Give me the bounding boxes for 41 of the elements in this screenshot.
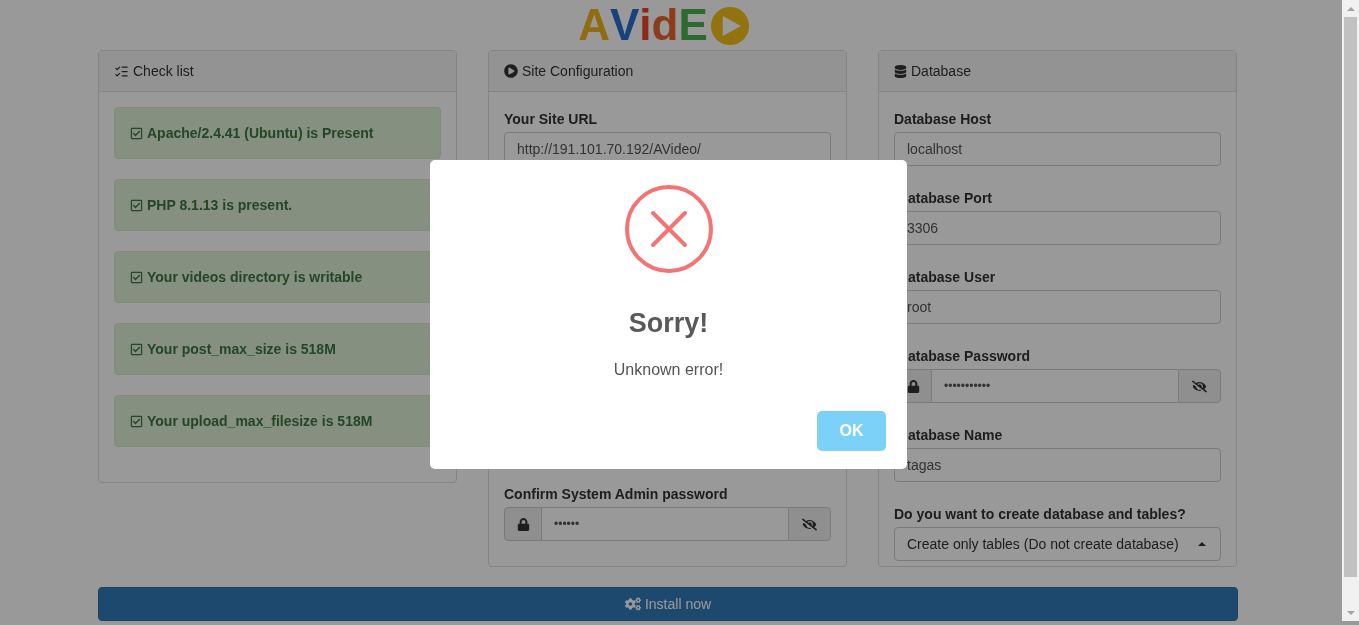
- show-password-button[interactable]: [1178, 369, 1221, 403]
- input-field[interactable]: tagas: [894, 448, 1221, 482]
- field-label: atabase Port: [908, 189, 993, 208]
- dropdown[interactable]: Create only tables (Do not create database): [894, 527, 1221, 561]
- panel-title: Site Configuration: [522, 61, 634, 81]
- field-label: atabase Name: [908, 426, 1003, 445]
- field-label: Database Host: [894, 110, 992, 129]
- caret-icon: [1198, 542, 1206, 546]
- panel-title: Check list: [133, 61, 194, 81]
- error-icon: [624, 185, 713, 273]
- scroll-down-icon: [1346, 610, 1355, 615]
- scrollbar[interactable]: [1342, 0, 1359, 621]
- scrollbar-thumb[interactable]: [1344, 17, 1357, 577]
- alert-text: Your post_max_size is 518M: [147, 339, 336, 359]
- alert-text: PHP 8.1.13 is present.: [147, 195, 293, 215]
- field-label: atabase Password: [908, 347, 1031, 366]
- dialog-title: Sorry!: [628, 307, 709, 340]
- password-field[interactable]: •••••••••••: [932, 369, 1178, 403]
- panel-title: Database: [911, 61, 971, 81]
- field-label: Confirm System Admin password: [504, 485, 728, 504]
- eye-slash-icon: [802, 516, 817, 532]
- alert-text: Your videos directory is writable: [147, 267, 363, 287]
- install-button[interactable]: Install now: [98, 587, 1238, 621]
- password-field[interactable]: ••••••: [542, 507, 788, 541]
- lock-icon: [516, 517, 530, 531]
- scroll-up-icon: [1346, 6, 1355, 11]
- alert-text: Apache/2.4.41 (Ubuntu) is Present: [147, 123, 374, 143]
- gears-icon: [624, 596, 641, 612]
- eye-slash-icon: [1192, 378, 1207, 394]
- field-label: Do you want to create database and tables?: [894, 505, 1186, 524]
- logo: AVidE: [578, 1, 750, 47]
- checklist-icon: [114, 63, 129, 79]
- lock-icon: [906, 379, 920, 393]
- field-label: atabase User: [908, 268, 996, 287]
- play-circle-icon: [709, 6, 750, 46]
- show-password-button[interactable]: [788, 507, 831, 541]
- input-field[interactable]: localhost: [894, 132, 1221, 166]
- database-icon: [894, 64, 907, 78]
- alert-text: Your upload_max_filesize is 518M: [147, 411, 373, 431]
- dialog-message: Unknown error!: [613, 359, 724, 380]
- field-label: Your Site URL: [504, 110, 598, 129]
